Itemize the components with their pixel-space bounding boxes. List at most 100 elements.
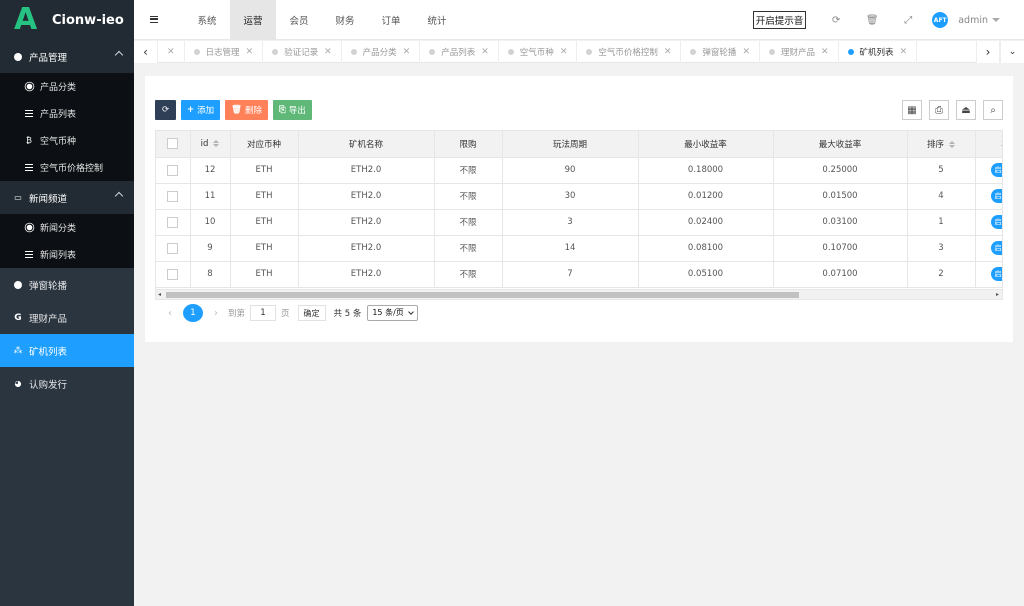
menu-toggle-icon[interactable]: [134, 0, 174, 40]
scrollbar-thumb[interactable]: [166, 292, 799, 298]
refresh-icon[interactable]: ⟳: [818, 0, 854, 40]
sidebar-item-air-coin-price[interactable]: 空气币价格控制: [0, 154, 134, 181]
columns-filter-icon[interactable]: ▦: [902, 100, 922, 120]
goto-confirm-button[interactable]: 确定: [297, 305, 326, 321]
pie-icon: ◕: [14, 379, 22, 388]
refresh-button[interactable]: ⟳: [155, 100, 176, 120]
col-id[interactable]: id: [190, 131, 231, 158]
cell-min-rate: 0.02400: [638, 209, 774, 236]
status-toggle[interactable]: 启用: [990, 163, 1002, 177]
row-checkbox[interactable]: [156, 157, 191, 184]
sidebar-item-news-list[interactable]: 新闻列表: [0, 241, 134, 268]
tab-log-management[interactable]: 日志管理 ✕: [185, 41, 264, 63]
cell-sort: 3: [907, 235, 976, 262]
close-icon[interactable]: ✕: [742, 47, 750, 57]
username[interactable]: admin: [958, 15, 988, 26]
brand-logo: A: [14, 2, 38, 37]
prev-page-icon[interactable]: ‹: [163, 308, 177, 319]
top-nav-member[interactable]: 会员: [276, 0, 322, 40]
close-icon[interactable]: ✕: [900, 47, 908, 57]
table-row: 9 ETH ETH2.0 不限 14 0.08100 0.10700 3 启用: [156, 235, 1002, 262]
status-toggle[interactable]: 启用: [990, 241, 1002, 255]
export-button[interactable]: ⎘ 导出: [272, 100, 312, 120]
tab-label: 空气币种: [519, 48, 554, 58]
chevron-down-icon[interactable]: [992, 18, 1000, 22]
tabs-scroll-right-icon[interactable]: ›: [976, 41, 1000, 63]
trash-icon[interactable]: 🗑︎: [854, 0, 890, 40]
row-checkbox[interactable]: [156, 261, 191, 288]
top-nav-stats[interactable]: 统计: [414, 0, 460, 40]
current-page[interactable]: 1: [183, 304, 203, 322]
row-checkbox[interactable]: [156, 235, 191, 262]
top-nav-operation[interactable]: 运营: [230, 0, 276, 40]
tabs-scroll-left-icon[interactable]: ‹: [134, 41, 158, 63]
status-toggle[interactable]: 启用: [990, 215, 1002, 229]
cell-sort: 1: [907, 209, 976, 236]
top-nav-order[interactable]: 订单: [368, 0, 414, 40]
product-icon: [13, 52, 23, 62]
chevron-up-icon: [114, 50, 124, 60]
top-nav-system[interactable]: 系统: [184, 0, 230, 40]
print-icon[interactable]: ⎙: [929, 100, 949, 120]
col-sort[interactable]: 排序: [907, 131, 976, 158]
add-button[interactable]: + 添加: [181, 100, 221, 120]
tab-verify-records[interactable]: 验证记录 ✕: [263, 41, 342, 63]
cell-id: 11: [190, 183, 231, 210]
close-icon[interactable]: ✕: [560, 47, 568, 57]
next-page-icon[interactable]: ›: [209, 308, 223, 319]
sidebar-item-finance-product[interactable]: G 理财产品: [0, 301, 134, 334]
scroll-right-icon[interactable]: ▸: [996, 291, 999, 298]
brand[interactable]: A Cionw-ieo: [0, 0, 134, 40]
close-icon[interactable]: ✕: [246, 47, 254, 57]
export-file-icon[interactable]: ⏏: [956, 100, 976, 120]
row-checkbox[interactable]: [156, 209, 191, 236]
horizontal-scrollbar[interactable]: ◂ ▸: [156, 289, 1002, 299]
close-icon[interactable]: ✕: [324, 47, 332, 57]
top-nav-finance[interactable]: 财务: [322, 0, 368, 40]
goto-page-input[interactable]: 1: [250, 305, 277, 321]
avatar[interactable]: AFT: [932, 12, 949, 28]
cell-min-rate: 0.05100: [638, 261, 774, 288]
close-icon[interactable]: ✕: [481, 47, 489, 57]
page-unit-label: 页: [281, 309, 290, 319]
tab-product-category[interactable]: 产品分类 ✕: [342, 41, 421, 63]
tab-home-close[interactable]: ✕: [158, 41, 185, 63]
sidebar-group-news[interactable]: ▭ 新闻频道: [0, 181, 134, 214]
cell-coin: ETH: [230, 209, 299, 236]
page-size-select[interactable]: 15 条/页: [367, 305, 418, 321]
close-icon[interactable]: ✕: [403, 47, 411, 57]
close-icon[interactable]: ✕: [664, 47, 672, 57]
fullscreen-icon[interactable]: ⤢: [890, 0, 926, 40]
select-all-checkbox[interactable]: [156, 131, 191, 158]
close-icon[interactable]: ✕: [821, 47, 829, 57]
sort-icon[interactable]: [949, 140, 955, 148]
tab-air-coin[interactable]: 空气币种 ✕: [499, 41, 578, 63]
sound-hint-button[interactable]: 开启提示音: [752, 11, 807, 29]
sidebar-item-air-coin[interactable]: ₿ 空气币种: [0, 127, 134, 154]
tab-product-list[interactable]: 产品列表 ✕: [420, 41, 499, 63]
tabs-menu-chevron-down-icon[interactable]: ⌄: [1000, 41, 1024, 63]
sidebar-item-product-list[interactable]: 产品列表: [0, 100, 134, 127]
tab-finance-product[interactable]: 理财产品 ✕: [760, 41, 839, 63]
tab-label: 弹窗轮播: [702, 48, 737, 58]
delete-button[interactable]: 🗑︎ 删除: [225, 100, 268, 120]
sidebar-item-product-category[interactable]: 产品分类: [0, 73, 134, 100]
sidebar-item-subscription[interactable]: ◕ 认购发行: [0, 367, 134, 400]
tab-air-coin-price[interactable]: 空气币价格控制 ✕: [577, 41, 682, 63]
row-checkbox[interactable]: [156, 183, 191, 210]
status-toggle[interactable]: 启用: [990, 267, 1002, 281]
status-toggle[interactable]: 启用: [990, 189, 1002, 203]
sidebar-item-miner-list[interactable]: ⁂ 矿机列表: [0, 334, 134, 367]
sort-icon[interactable]: [213, 139, 220, 147]
search-icon[interactable]: ⌕: [983, 100, 1003, 120]
scroll-left-icon[interactable]: ◂: [158, 291, 161, 298]
cell-sort: 4: [907, 183, 976, 210]
sidebar-group-product[interactable]: 产品管理: [0, 40, 134, 73]
sidebar-item-label: 矿机列表: [29, 346, 68, 358]
tab-popup-carousel[interactable]: 弹窗轮播 ✕: [681, 41, 760, 63]
tab-miner-list[interactable]: 矿机列表 ✕: [839, 41, 918, 63]
sidebar-item-news-category[interactable]: 新闻分类: [0, 214, 134, 241]
gear-icon: [24, 82, 34, 92]
sidebar-item-popup-carousel[interactable]: 弹窗轮播: [0, 268, 134, 301]
cell-max-rate: 0.07100: [773, 261, 908, 288]
